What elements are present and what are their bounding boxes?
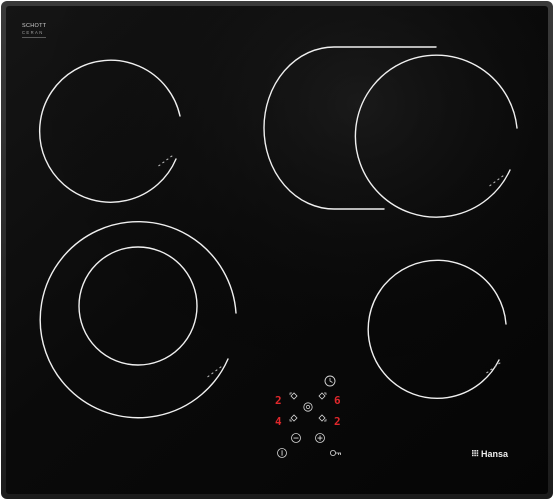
zone-level-display-front-right: 2 — [334, 415, 341, 428]
zone-level-display-rear-left: 2 — [275, 394, 282, 407]
brand-name: Hansa — [481, 449, 509, 459]
zone-level-display-rear-right: 6 — [334, 394, 341, 407]
cooktop-photo: SCHOTT CERAN 2 6 4 2 Hansa — [1, 1, 553, 499]
power-stroke — [281, 450, 283, 456]
minus-stroke — [293, 437, 299, 439]
glass-logo-line2: CERAN — [22, 30, 44, 35]
glass-logo-rule — [22, 37, 46, 38]
hansa-grid-logo-icon — [472, 450, 479, 457]
glass-logo-line1: SCHOTT — [22, 23, 47, 29]
plus-stroke-v — [319, 435, 321, 441]
zone-level-display-front-left: 4 — [275, 415, 282, 428]
